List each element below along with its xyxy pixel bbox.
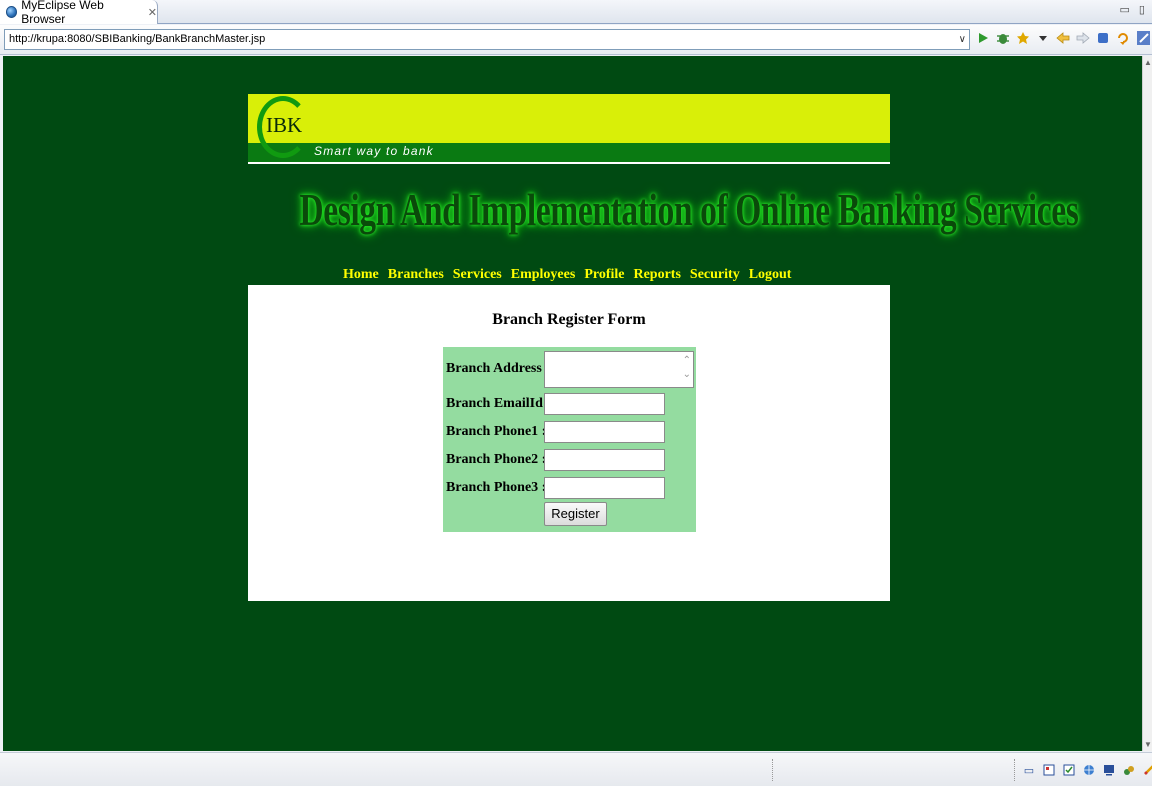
content-panel: Branch Register Form Branch Address : ⌃ ⌄… — [248, 285, 890, 601]
address-toolbar: http://krupa:8080/SBIBanking/BankBranchM… — [0, 25, 1152, 55]
window-controls[interactable]: ▭ ▯ — [1119, 3, 1148, 16]
branch-phone1-label: Branch Phone1 : — [446, 424, 547, 439]
branch-address-textarea[interactable]: ⌃ ⌄ — [544, 351, 694, 388]
scroll-up-icon[interactable]: ▲ — [1143, 58, 1152, 67]
branch-phone3-input[interactable] — [544, 477, 665, 499]
nav-services[interactable]: Services — [453, 267, 502, 283]
forward-icon[interactable] — [1076, 31, 1090, 45]
refresh-icon[interactable] — [1116, 31, 1130, 45]
tab-title: MyEclipse Web Browser — [21, 0, 104, 26]
branch-phone3-label: Branch Phone3 : — [446, 480, 547, 495]
nav-profile[interactable]: Profile — [584, 267, 624, 283]
main-nav: Home Branches Services Employees Profile… — [343, 267, 800, 283]
form-title: Branch Register Form — [492, 311, 646, 328]
status-divider — [772, 759, 773, 781]
branch-register-form: Branch Address : ⌃ ⌄ Branch EmailId : Bra… — [443, 347, 696, 532]
site-banner: IBK Smart way to bank — [248, 94, 890, 164]
status-divider — [1014, 759, 1015, 781]
branch-phone2-label: Branch Phone2 : — [446, 452, 547, 467]
bookmark-icon[interactable] — [1016, 31, 1030, 45]
restore-icon[interactable]: ▭ — [1022, 763, 1036, 777]
browser-tabbar: MyEclipse Web Browser ✕ ▭ ▯ — [0, 0, 1152, 26]
tagline: Smart way to bank — [314, 144, 434, 158]
register-button[interactable]: Register — [544, 502, 607, 526]
status-bar: ▭ — [0, 752, 1152, 786]
site-headline: Design And Implementation of Online Bank… — [299, 183, 1079, 236]
console-icon[interactable] — [1102, 763, 1116, 777]
branch-phone2-input[interactable] — [544, 449, 665, 471]
globe-icon[interactable] — [1082, 763, 1096, 777]
nav-logout[interactable]: Logout — [749, 267, 792, 283]
browser-tab[interactable]: MyEclipse Web Browser ✕ — [0, 0, 158, 26]
textarea-scroll-icon: ⌃ ⌄ — [682, 355, 691, 380]
debug-icon[interactable] — [996, 31, 1010, 45]
branch-email-label: Branch EmailId : — [446, 396, 552, 411]
run-icon[interactable] — [976, 31, 990, 45]
logo-text: IBK — [266, 113, 303, 137]
nav-reports[interactable]: Reports — [633, 267, 680, 283]
nav-security[interactable]: Security — [690, 267, 740, 283]
nav-home[interactable]: Home — [343, 267, 379, 283]
deploy-icon[interactable] — [1142, 763, 1152, 777]
outline-icon[interactable] — [1042, 763, 1056, 777]
servers-icon[interactable] — [1122, 763, 1136, 777]
nav-branches[interactable]: Branches — [388, 267, 444, 283]
tasks-icon[interactable] — [1062, 763, 1076, 777]
close-icon[interactable]: ✕ — [148, 6, 157, 19]
branch-address-label: Branch Address : — [446, 361, 550, 376]
globe-icon — [6, 6, 18, 18]
menu-arrow-icon[interactable] — [1036, 31, 1050, 45]
status-tools: ▭ — [1022, 763, 1152, 777]
nav-employees[interactable]: Employees — [511, 267, 576, 283]
vertical-scrollbar[interactable]: ▲ ▼ — [1142, 56, 1152, 751]
branch-phone1-input[interactable] — [544, 421, 665, 443]
perspective-icon[interactable] — [1136, 31, 1150, 45]
url-text: http://krupa:8080/SBIBanking/BankBranchM… — [9, 33, 266, 45]
back-icon[interactable] — [1056, 31, 1070, 45]
branch-email-input[interactable] — [544, 393, 665, 415]
stop-icon[interactable] — [1096, 31, 1110, 45]
browser-tools — [976, 31, 1150, 45]
url-input[interactable]: http://krupa:8080/SBIBanking/BankBranchM… — [4, 29, 970, 50]
chevron-down-icon[interactable]: ∨ — [959, 30, 966, 49]
scroll-down-icon[interactable]: ▼ — [1143, 740, 1152, 749]
